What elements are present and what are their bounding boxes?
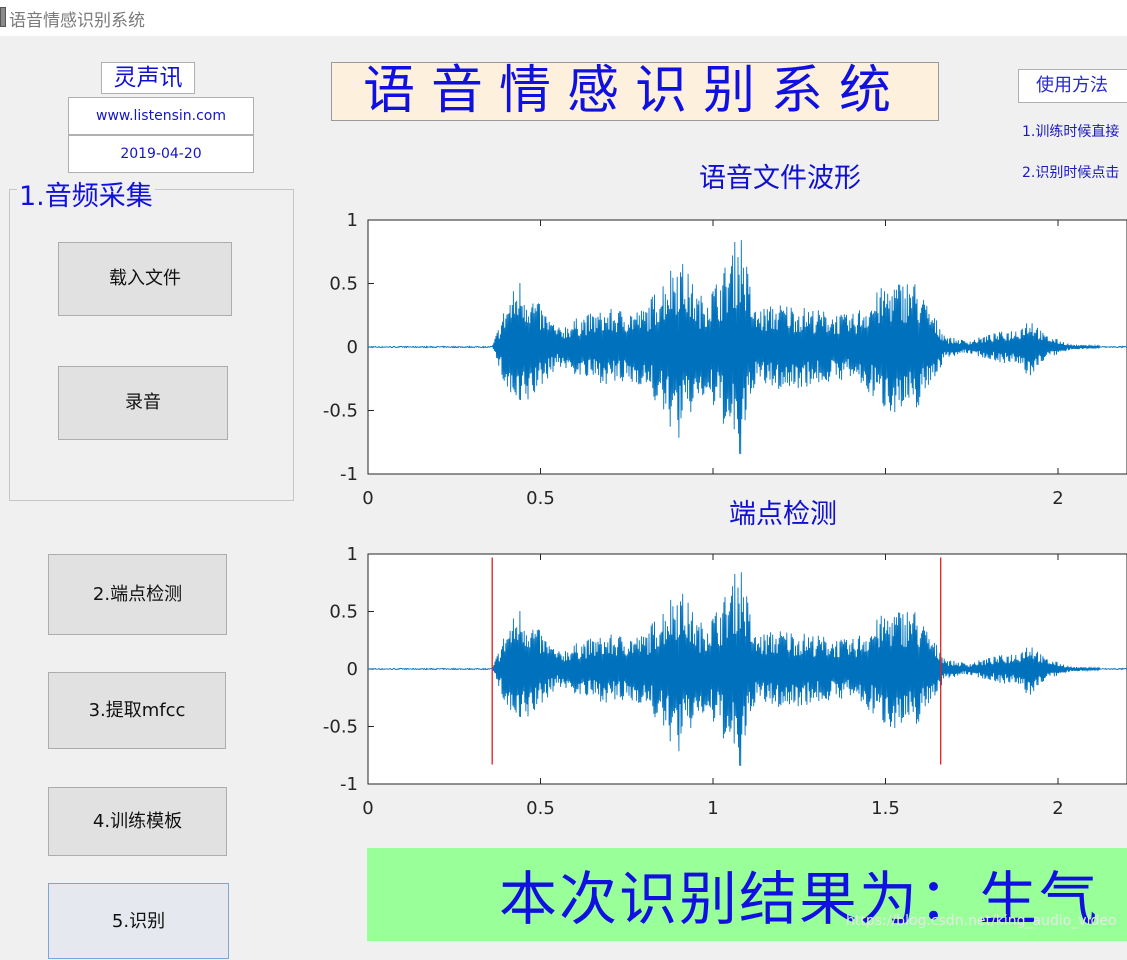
y-tick-label: 0.5 <box>329 602 358 623</box>
brand-name: 灵声讯 <box>101 62 195 94</box>
brand-date: 2019-04-20 <box>68 135 254 173</box>
load-file-button[interactable]: 载入文件 <box>58 242 232 316</box>
y-tick-label: 0 <box>347 337 358 358</box>
audio-capture-panel-title: 1.音频采集 <box>17 174 155 213</box>
usage-line-2: 2.识别时候点击 <box>1022 165 1120 181</box>
recognize-button[interactable]: 5.识别 <box>48 883 229 959</box>
endpoint-chart: 0 0.5 1 1.5 2 1 0.5 0 -0.5 -1 <box>323 544 1127 819</box>
window-titlebar: 语音情感识别系统 <box>0 0 1127 36</box>
y-tick-label: 1 <box>347 210 358 231</box>
waveform-chart: 0 0.5 2 1 0.5 0 -0.5 -1 <box>323 210 1127 509</box>
x-tick-label: 0 <box>362 488 373 509</box>
x-tick-label: 0 <box>362 798 373 819</box>
watermark: https://blog.csdn.net/king_audio_video <box>846 913 1117 929</box>
y-tick-label: -1 <box>340 774 358 795</box>
brand-website: www.listensin.com <box>68 97 254 135</box>
x-tick-label: 2 <box>1052 798 1063 819</box>
x-tick-label: 1.5 <box>871 798 900 819</box>
x-tick-label: 2 <box>1052 488 1063 509</box>
x-tick-label: 0.5 <box>526 798 555 819</box>
x-tick-label: 0.5 <box>526 488 555 509</box>
page-title: 语音情感识别系统 <box>331 62 939 121</box>
extract-mfcc-button[interactable]: 3.提取mfcc <box>48 672 226 749</box>
x-tick-label: 1 <box>707 798 718 819</box>
usage-line-1: 1.训练时候直接 <box>1022 124 1120 140</box>
y-tick-label: -0.5 <box>323 401 358 422</box>
record-button[interactable]: 录音 <box>58 366 228 440</box>
y-tick-label: 1 <box>347 544 358 565</box>
endpoint-detection-button[interactable]: 2.端点检测 <box>48 554 227 635</box>
window-title: 语音情感识别系统 <box>9 11 145 31</box>
app-icon <box>0 7 6 27</box>
train-template-button[interactable]: 4.训练模板 <box>48 787 227 856</box>
waveform-chart-title: 语音文件波形 <box>699 163 861 194</box>
usage-button[interactable]: 使用方法 <box>1018 69 1127 103</box>
audio-capture-panel <box>9 189 294 501</box>
y-tick-label: -0.5 <box>323 717 358 738</box>
y-tick-label: 0.5 <box>329 274 358 295</box>
y-tick-label: 0 <box>347 659 358 680</box>
y-tick-label: -1 <box>340 464 358 485</box>
